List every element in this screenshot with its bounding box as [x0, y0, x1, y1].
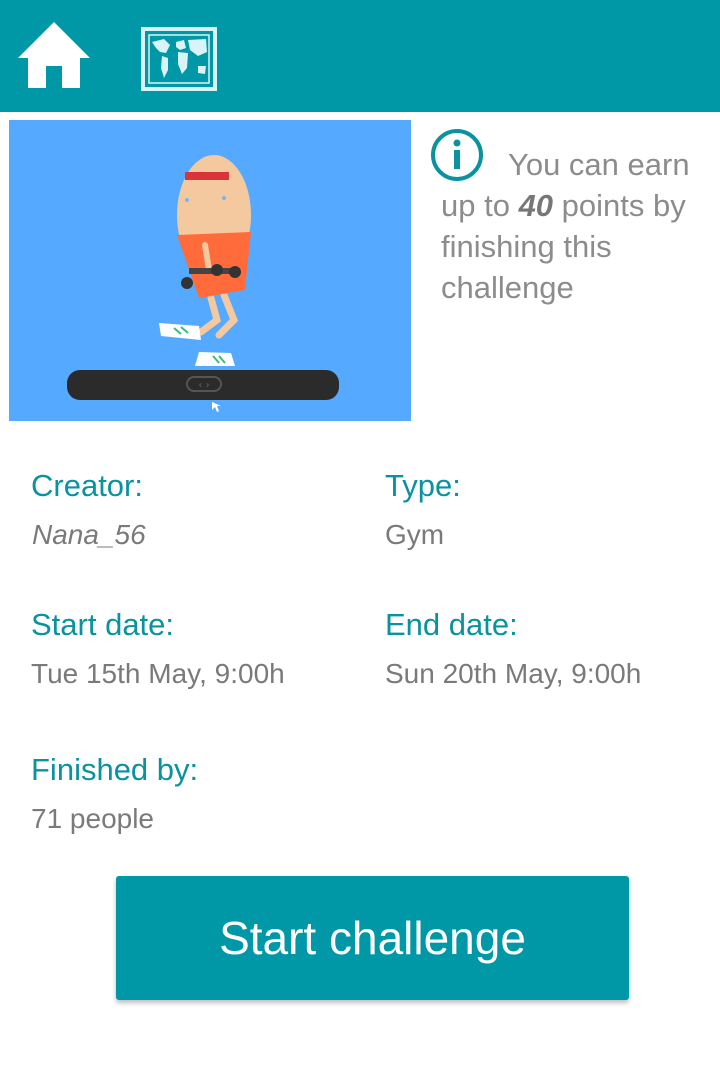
end-date-label: End date: — [385, 607, 518, 642]
finished-by-label: Finished by: — [31, 752, 199, 787]
top-navigation-bar — [0, 0, 720, 112]
challenge-illustration: ‹ › — [9, 120, 411, 421]
treadmill-runner-illustration: ‹ › — [9, 120, 411, 421]
creator-label: Creator: — [31, 468, 143, 503]
home-icon — [18, 22, 90, 88]
world-map-icon — [141, 27, 217, 91]
points-info-text: You can earn up to 40 points by finishin… — [441, 147, 690, 305]
start-date-label: Start date: — [31, 607, 175, 642]
creator-value: Nana_56 — [32, 519, 146, 550]
points-value: 40 — [518, 188, 554, 223]
type-value: Gym — [385, 519, 445, 550]
home-button[interactable] — [16, 20, 92, 92]
finished-by-value: 71 people — [31, 803, 155, 834]
start-date-value: Tue 15th May, 9:00h — [31, 658, 285, 689]
type-label: Type: — [385, 468, 461, 503]
end-date-value: Sun 20th May, 9:00h — [385, 658, 642, 689]
start-challenge-button[interactable]: Start challenge — [116, 876, 629, 1000]
world-map-button[interactable] — [140, 26, 220, 94]
svg-text:‹ ›: ‹ › — [198, 380, 209, 391]
